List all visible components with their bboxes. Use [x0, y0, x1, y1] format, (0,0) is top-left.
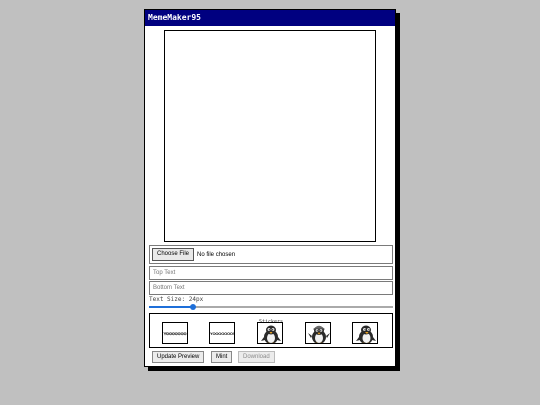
file-input[interactable]: Choose File No file chosen — [149, 245, 393, 264]
penguin-sticker-3[interactable] — [352, 322, 378, 344]
penguin-sticker-2[interactable] — [305, 322, 331, 344]
slider-fill — [149, 306, 193, 308]
penguin-helmet-icon — [308, 325, 330, 343]
penguin-icon — [356, 325, 376, 343]
app-window: MemeMaker95 Choose File No file chosen T… — [144, 9, 396, 367]
choose-file-button[interactable]: Choose File — [152, 248, 195, 261]
stickers-panel: Stickers YOOOOOOO YOOOOOOO! — [149, 313, 393, 348]
text-size-label: Text Size: 24px — [149, 296, 204, 303]
meme-canvas[interactable] — [164, 30, 376, 242]
sticker-text: YOOOOOOO! — [210, 330, 234, 336]
mint-button[interactable]: Mint — [211, 351, 233, 363]
sticker-text: YOOOOOOO — [163, 330, 187, 336]
penguin-sticker-1[interactable] — [257, 322, 283, 344]
top-text-input[interactable]: Top Text — [149, 266, 393, 280]
yooooooo-bold-sticker[interactable]: YOOOOOOO! — [209, 322, 235, 344]
update-preview-button[interactable]: Update Preview — [152, 351, 205, 363]
stickers-legend: Stickers — [150, 310, 392, 325]
yooooooo-text-sticker[interactable]: YOOOOOOO — [162, 322, 188, 344]
window-title: MemeMaker95 — [145, 10, 395, 26]
bottom-text-input[interactable]: Bottom Text — [149, 281, 393, 295]
sticker-row: YOOOOOOO YOOOOOOO! — [150, 320, 392, 346]
penguin-icon — [261, 325, 281, 343]
download-button[interactable]: Download — [238, 351, 275, 363]
file-status: No file chosen — [197, 251, 236, 258]
